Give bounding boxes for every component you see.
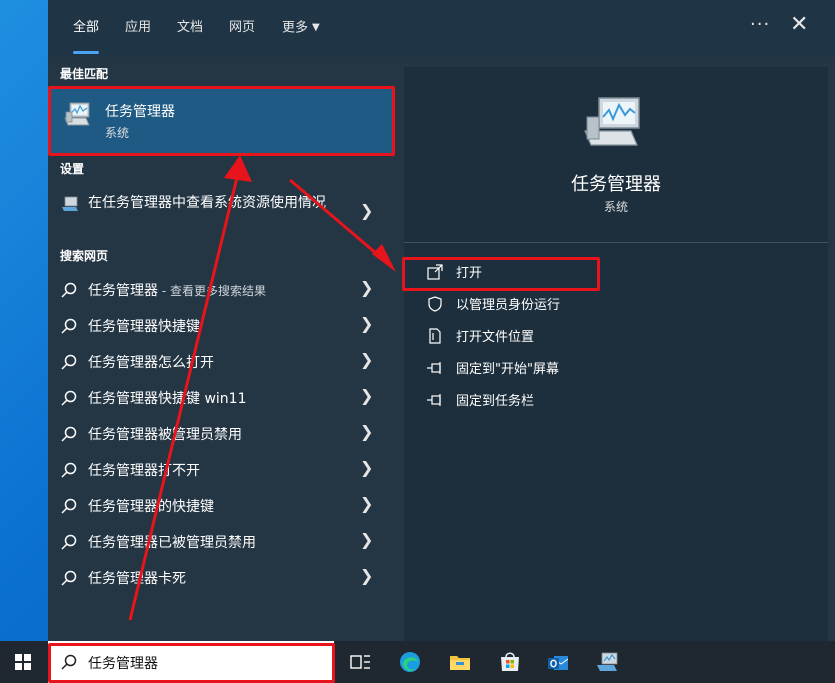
tab-more[interactable]: 更多 ▼ [282, 18, 320, 40]
chevron-right-icon: ❯ [360, 278, 374, 297]
search-icon [61, 354, 77, 370]
web-result-item[interactable]: 任务管理器快捷键 ❯ [48, 308, 394, 342]
search-icon [61, 498, 77, 514]
detail-pane: 任务管理器 系统 打开 以管理员身份运行 打开文件位置 固定到"开始"屏幕 固定… [404, 67, 828, 641]
more-options-button[interactable]: ··· [750, 14, 770, 35]
file-location-icon [429, 328, 441, 344]
open-file-location-label: 打开文件位置 [456, 330, 535, 345]
web-result-hint: - 查看更多搜索结果 [158, 284, 266, 298]
task-manager-icon [584, 97, 640, 146]
detail-subtitle: 系统 [603, 200, 628, 214]
chevron-right-icon: ❯ [360, 201, 374, 220]
tab-web[interactable]: 网页 [229, 18, 255, 40]
pin-to-taskbar-label: 固定到任务栏 [456, 394, 535, 409]
outlook-icon[interactable] [546, 650, 570, 674]
chevron-right-icon: ❯ [360, 350, 374, 369]
web-result-label: 任务管理器快捷键 win11 [88, 391, 247, 407]
pin-icon [427, 362, 441, 374]
chevron-right-icon: ❯ [360, 422, 374, 441]
web-result-label: 任务管理器 [88, 283, 158, 299]
web-result-item[interactable]: 任务管理器快捷键 win11 ❯ [48, 380, 394, 414]
search-icon [61, 462, 77, 478]
web-result-item[interactable]: 任务管理器怎么打开 ❯ [48, 344, 394, 378]
web-result-label: 任务管理器怎么打开 [88, 355, 214, 371]
chevron-right-icon: ❯ [360, 386, 374, 405]
web-result-item[interactable]: 任务管理器 - 查看更多搜索结果 ❯ [48, 272, 394, 306]
annotation-box-open [402, 257, 600, 291]
search-icon [61, 390, 77, 406]
search-icon [61, 534, 77, 550]
web-result-label: 任务管理器打不开 [88, 463, 200, 479]
tab-all[interactable]: 全部 [73, 18, 100, 54]
search-tabbar: 全部 应用 文档 网页 更多 ▼ ··· ✕ [48, 0, 835, 57]
settings-item[interactable]: 在任务管理器中查看系统资源使用情况 ❯ [48, 189, 394, 235]
store-icon[interactable] [498, 650, 522, 674]
web-result-label: 任务管理器卡死 [88, 571, 186, 587]
web-result-item[interactable]: 任务管理器打不开 ❯ [48, 452, 394, 486]
task-manager-icon[interactable] [595, 650, 619, 674]
chevron-right-icon: ❯ [360, 314, 374, 333]
web-result-label: 任务管理器的快捷键 [88, 499, 214, 515]
settings-item-label: 在任务管理器中查看系统资源使用情况 [88, 195, 326, 211]
close-button[interactable]: ✕ [790, 12, 808, 37]
web-result-item[interactable]: 任务管理器已被管理员禁用 ❯ [48, 524, 394, 558]
annotation-box-best-match [48, 86, 395, 156]
annotation-box-search [48, 643, 335, 683]
run-as-admin-label: 以管理员身份运行 [456, 298, 561, 313]
divider [404, 242, 828, 243]
best-match-label: 最佳匹配 [60, 67, 109, 81]
pin-icon [427, 394, 441, 406]
system-monitor-icon [62, 196, 78, 211]
search-icon [61, 426, 77, 442]
web-result-label: 任务管理器被管理员禁用 [88, 427, 242, 443]
file-explorer-icon[interactable] [448, 650, 472, 674]
task-view-icon[interactable] [348, 650, 372, 674]
shield-icon [428, 296, 442, 312]
search-icon [61, 570, 77, 586]
chevron-right-icon: ❯ [360, 530, 374, 549]
caret-down-icon: ▼ [312, 22, 320, 33]
edge-icon[interactable] [398, 650, 422, 674]
pin-to-start-label: 固定到"开始"屏幕 [456, 362, 559, 377]
tab-more-label: 更多 [282, 20, 309, 36]
settings-label: 设置 [60, 162, 85, 176]
web-result-item[interactable]: 任务管理器被管理员禁用 ❯ [48, 416, 394, 450]
chevron-right-icon: ❯ [360, 494, 374, 513]
web-search-label: 搜索网页 [60, 249, 109, 263]
chevron-right-icon: ❯ [360, 458, 374, 477]
detail-title: 任务管理器 [571, 174, 661, 195]
web-result-item[interactable]: 任务管理器卡死 ❯ [48, 560, 394, 594]
chevron-right-icon: ❯ [360, 566, 374, 585]
windows-logo-icon[interactable] [15, 654, 31, 670]
search-icon [61, 282, 77, 298]
tab-apps[interactable]: 应用 [125, 18, 151, 40]
tab-documents[interactable]: 文档 [177, 18, 203, 40]
web-result-label: 任务管理器快捷键 [88, 319, 200, 335]
search-icon [61, 318, 77, 334]
web-result-item[interactable]: 任务管理器的快捷键 ❯ [48, 488, 394, 522]
web-result-label: 任务管理器已被管理员禁用 [88, 535, 256, 551]
